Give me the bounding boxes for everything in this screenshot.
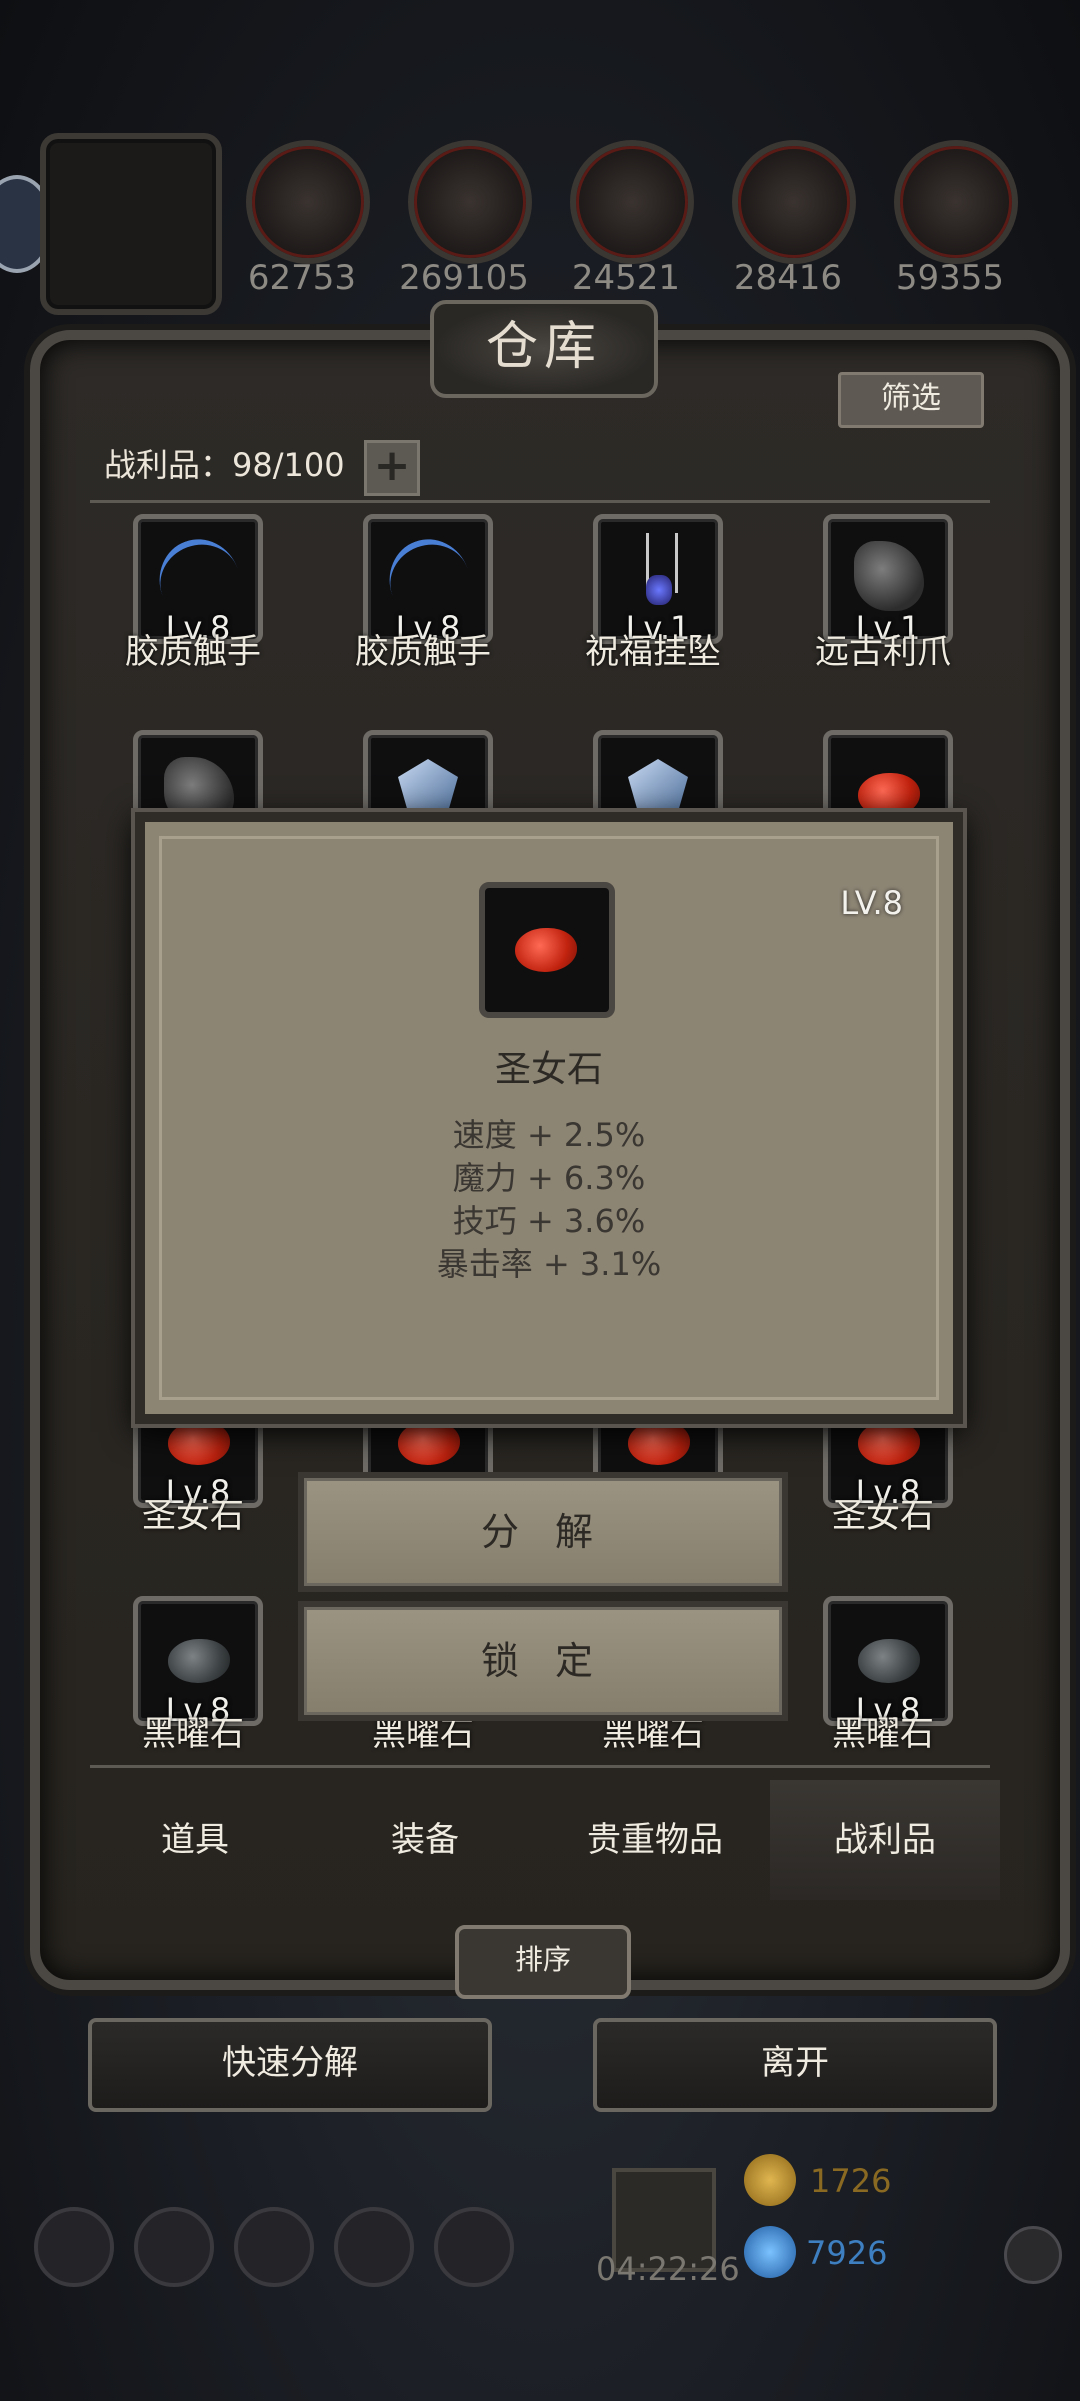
blue-gem-icon (744, 2226, 796, 2278)
crest-icon (628, 759, 688, 819)
item-name: 祝福挂坠 (585, 632, 721, 672)
hero-icon[interactable] (134, 2207, 214, 2287)
stat-speed: 速度 + 2.5% (452, 1116, 646, 1154)
red-gem-icon (398, 1421, 460, 1465)
warehouse-title: 仓库 (485, 317, 602, 377)
filter-button[interactable]: 筛选 (838, 372, 984, 428)
gem-amount: 7926 (806, 2234, 888, 2272)
red-gem-icon (628, 1421, 690, 1465)
warehouse-title-plate: 仓库 (430, 300, 658, 398)
stat-crit-rate: 暴击率 + 3.1% (436, 1245, 662, 1283)
item-detail-popup: LV.8 圣女石 速度 + 2.5% 魔力 + 6.3% 技巧 + 3.6% 暴… (135, 812, 963, 1424)
gift-timer: 04:22:26 (596, 2250, 740, 2288)
gold-coin-icon (744, 2154, 796, 2206)
resource-wood-icon (408, 140, 532, 264)
resource-meat-icon (246, 140, 370, 264)
decompose-button[interactable]: 分 解 (298, 1472, 788, 1592)
guild-icon[interactable] (234, 2207, 314, 2287)
red-gem-icon (515, 928, 577, 972)
leave-button[interactable]: 离开 (593, 2018, 997, 2112)
quick-decompose-button[interactable]: 快速分解 (88, 2018, 492, 2112)
resource-iron-icon (894, 140, 1018, 264)
lock-button[interactable]: 锁 定 (298, 1601, 788, 1721)
resource-stone-icon (570, 140, 694, 264)
tab-items[interactable]: 道具 (80, 1780, 310, 1900)
black-gem-icon (858, 1639, 920, 1683)
popup-stats: 速度 + 2.5% 魔力 + 6.3% 技巧 + 3.6% 暴击率 + 3.1% (145, 1114, 953, 1286)
item-name: 黑曜石 (142, 1714, 244, 1754)
item-name: 远古利爪 (815, 632, 951, 672)
settings-icon[interactable] (34, 2207, 114, 2287)
pendant-icon (646, 575, 672, 605)
item-name: 胶质触手 (125, 632, 261, 672)
tab-equipment[interactable]: 装备 (310, 1780, 540, 1900)
bottom-divider (90, 1765, 990, 1768)
category-tabs: 道具 装备 贵重物品 战利品 (80, 1780, 1000, 1900)
resource-count-2: 269105 (399, 258, 529, 298)
crest-icon (398, 759, 458, 819)
red-gem-icon (858, 1421, 920, 1465)
resource-count-1: 62753 (247, 258, 357, 298)
resource-count-5: 59355 (895, 258, 1005, 298)
item-name: 圣女石 (142, 1496, 244, 1536)
top-divider (90, 500, 990, 503)
tab-valuables[interactable]: 贵重物品 (540, 1780, 770, 1900)
item-name: 圣女石 (832, 1496, 934, 1536)
stat-skill: 技巧 + 3.6% (452, 1202, 646, 1240)
shop-icon[interactable] (434, 2207, 514, 2287)
loot-capacity-label: 战利品：98/100 (104, 446, 345, 484)
popup-item-level: LV.8 (840, 884, 903, 922)
popup-item-name: 圣女石 (494, 1049, 603, 1090)
add-currency-icon[interactable] (1004, 2226, 1062, 2284)
expand-capacity-button[interactable]: + (364, 440, 420, 496)
resource-crystal-icon (732, 140, 856, 264)
mail-icon[interactable] (334, 2207, 414, 2287)
item-name: 黑曜石 (832, 1714, 934, 1754)
red-gem-icon (168, 1421, 230, 1465)
resource-count-3: 24521 (571, 258, 681, 298)
black-gem-icon (168, 1639, 230, 1683)
popup-item-slot (479, 882, 615, 1018)
stat-magic: 魔力 + 6.3% (452, 1159, 646, 1197)
gold-amount: 1726 (810, 2162, 892, 2200)
red-gem-icon (858, 773, 920, 817)
tab-loot[interactable]: 战利品 (770, 1780, 1000, 1900)
hero-portrait[interactable] (40, 133, 222, 315)
resource-count-4: 28416 (733, 258, 843, 298)
sort-button[interactable]: 排序 (455, 1925, 631, 1999)
item-name: 胶质触手 (355, 632, 491, 672)
claw-icon (854, 541, 924, 611)
